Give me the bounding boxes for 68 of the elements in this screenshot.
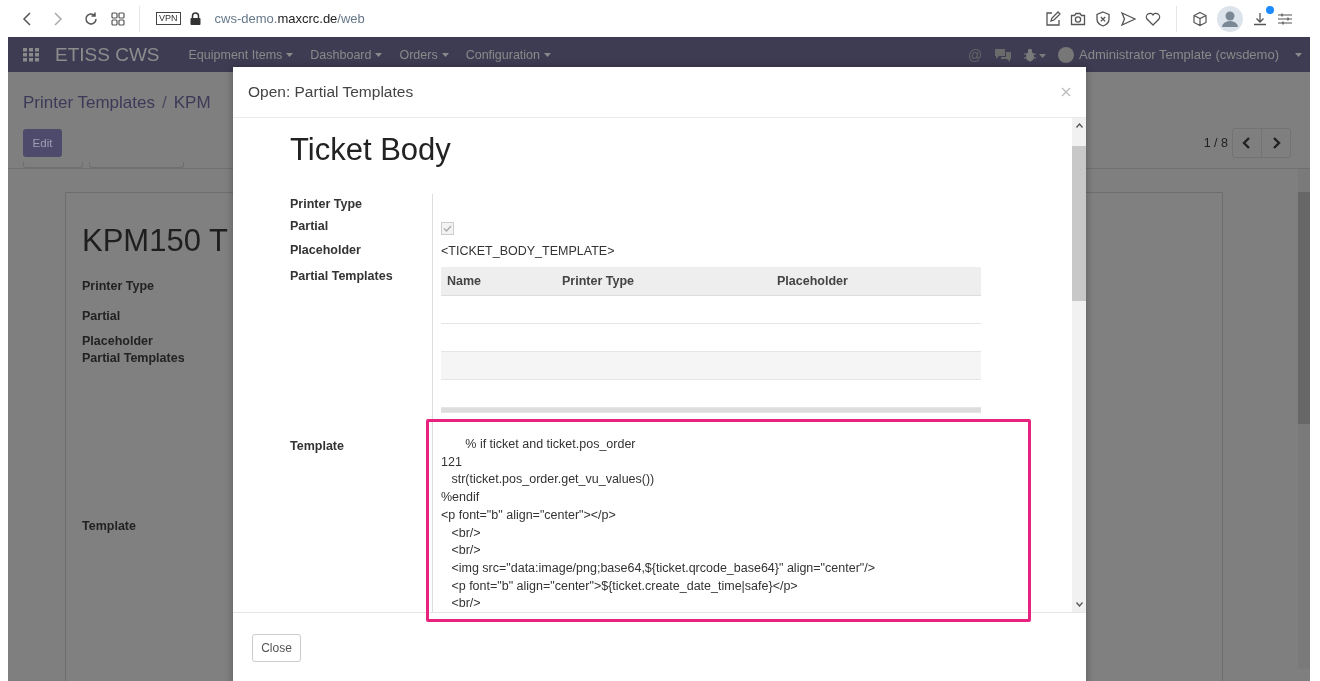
caret-icon <box>441 52 449 57</box>
user-menu[interactable]: Administrator Template (cwsdemo) <box>1079 47 1279 62</box>
dialog-title: Open: Partial Templates <box>248 83 414 101</box>
field-label: Printer Type <box>290 196 363 213</box>
camera-icon[interactable] <box>1070 10 1086 27</box>
code-line: <br/> <box>450 595 482 612</box>
code-line: <br/> <box>450 542 482 560</box>
code-line: <img src="data:image/png;base64,${ticket.qrcode_base64}" align="center"/> <box>450 559 876 577</box>
field-label: Partial Templates <box>290 268 394 285</box>
scroll-down-icon[interactable] <box>1075 602 1083 607</box>
breadcrumb-item[interactable]: Printer Templates <box>23 93 155 113</box>
record-name: Ticket Body <box>290 132 452 168</box>
heart-icon[interactable] <box>1145 10 1161 27</box>
code-line: <p font="b" align="center">${ticket.create_date_time|safe}</p> <box>450 577 799 595</box>
download-icon[interactable] <box>1252 10 1268 27</box>
mention-icon[interactable]: @ <box>967 46 983 63</box>
breadcrumb-separator: / <box>161 93 167 113</box>
address-bar[interactable]: cws-demo.maxcrc.de/web <box>214 11 365 26</box>
edit-icon[interactable] <box>1045 10 1061 27</box>
apps-grid-icon[interactable] <box>111 11 125 26</box>
field-label: Template <box>290 438 345 455</box>
dialog-scrollbar[interactable] <box>1072 118 1086 612</box>
column-header[interactable]: Printer Type <box>556 267 771 296</box>
code-line: <br/> <box>450 524 482 542</box>
code-line: str(ticket.pos_order.get_vu_values()) <box>450 471 656 489</box>
field-value: <TICKET_BODY_TEMPLATE> <box>441 244 615 258</box>
nav-menu[interactable]: Dashboard <box>310 47 372 62</box>
field-label: Partial <box>82 309 121 324</box>
field-label: Template <box>82 519 136 534</box>
nav-menu[interactable]: Orders <box>399 47 438 62</box>
caret-icon <box>1295 52 1302 57</box>
avatar-icon[interactable] <box>1217 5 1243 32</box>
reload-icon[interactable] <box>83 10 99 27</box>
close-button[interactable]: Close <box>252 634 301 662</box>
caret-icon <box>375 52 383 57</box>
nav-menu[interactable]: Configuration <box>465 47 541 62</box>
edit-button[interactable]: Edit <box>23 129 62 157</box>
cube-icon[interactable] <box>1192 10 1208 27</box>
breadcrumb-item[interactable]: KPM <box>173 93 211 113</box>
vpn-badge[interactable]: VPN <box>156 12 181 25</box>
pager-buttons[interactable] <box>1232 128 1291 158</box>
back-icon[interactable] <box>20 10 34 27</box>
app-brand[interactable]: ETISS CWS <box>55 43 160 66</box>
apps-grid-icon[interactable] <box>23 47 39 62</box>
record-title: KPM150 T <box>82 223 228 259</box>
field-label: Printer Type <box>82 279 154 294</box>
user-avatar[interactable] <box>1058 46 1075 63</box>
field-label: Partial <box>290 218 330 235</box>
code-line: % if ticket and ticket.pos_order <box>464 436 637 453</box>
shield-x-icon[interactable] <box>1095 10 1111 27</box>
column-header[interactable]: Placeholder <box>771 267 981 296</box>
field-label: Placeholder <box>82 334 153 349</box>
send-icon[interactable] <box>1120 10 1136 27</box>
scroll-up-icon[interactable] <box>1075 123 1083 128</box>
nav-menu[interactable]: Equipment Items <box>188 47 283 62</box>
field-label: Partial Templates <box>82 351 185 366</box>
field-label: Placeholder <box>290 242 362 259</box>
code-line: %endif <box>441 489 481 507</box>
code-line: 121 <box>441 453 463 471</box>
page-scrollbar[interactable] <box>1298 169 1310 669</box>
checkbox[interactable] <box>441 221 454 235</box>
code-line: <p font="b" align="center"></p> <box>441 506 617 524</box>
caret-icon <box>286 52 294 57</box>
bug-menu-icon[interactable] <box>1024 47 1047 62</box>
lock-icon[interactable] <box>189 12 201 25</box>
caret-icon <box>544 52 552 57</box>
column-header[interactable]: Name <box>441 267 556 296</box>
pager-counter: 1 / 8 <box>1203 136 1228 150</box>
